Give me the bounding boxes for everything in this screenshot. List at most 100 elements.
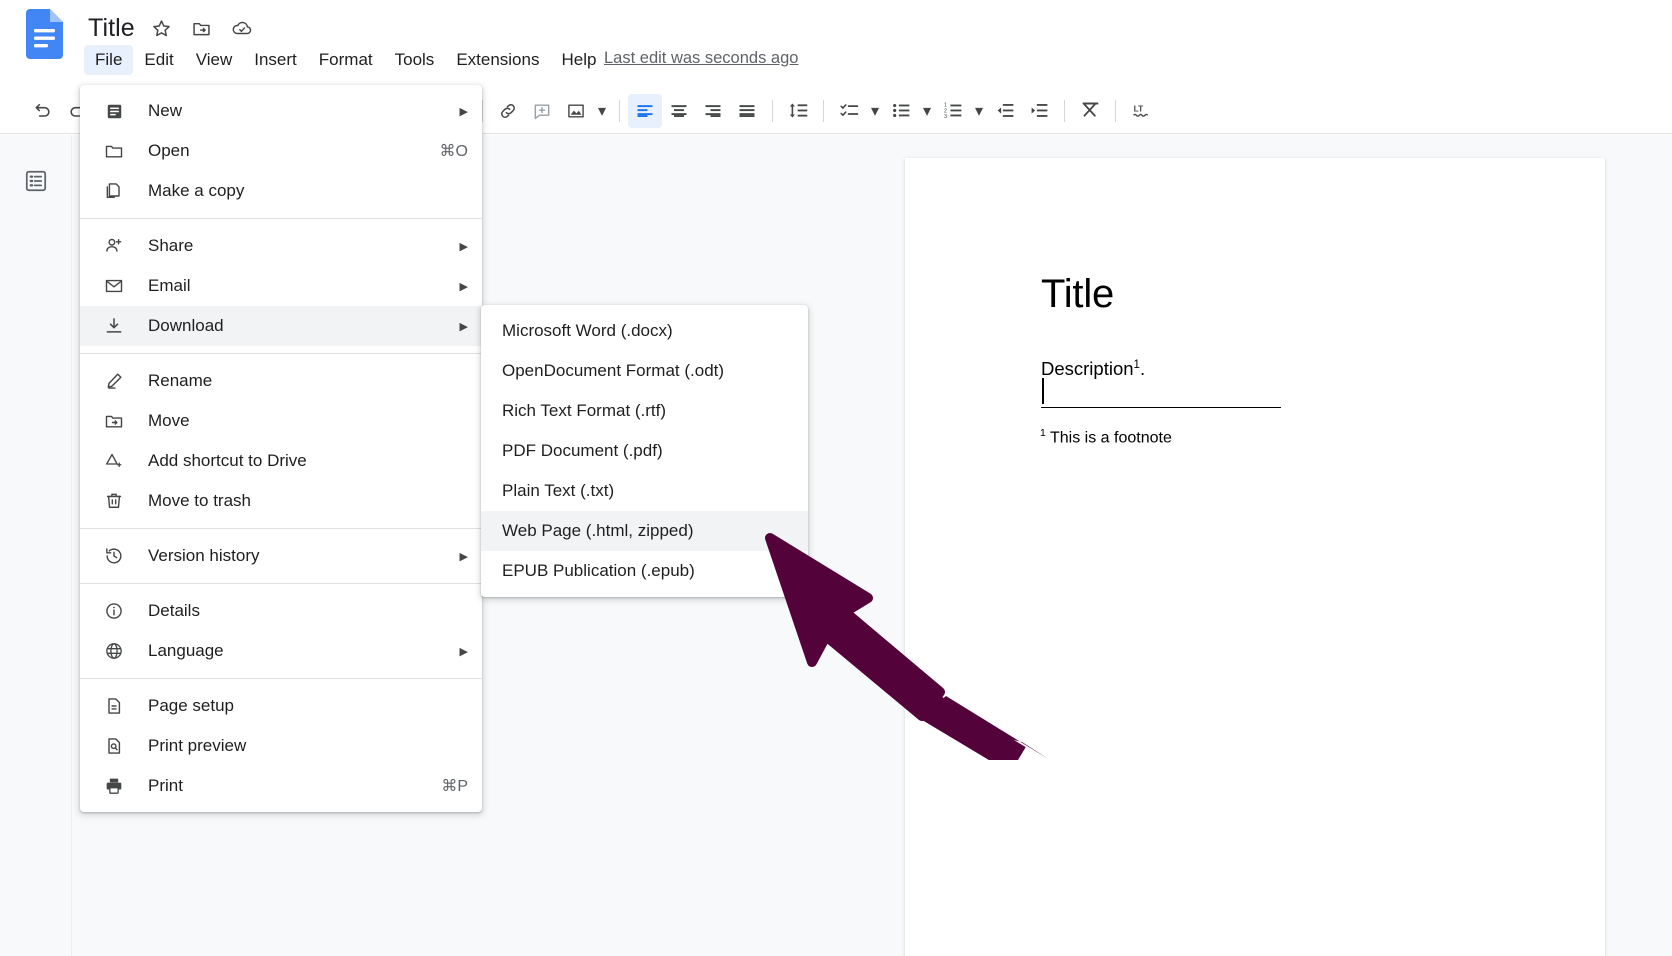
menu-bar: File Edit View Insert Format Tools Exten… [84,45,607,75]
copy-icon [102,179,126,203]
last-edit-status[interactable]: Last edit was seconds ago [604,49,798,68]
envelope-icon [102,274,126,298]
clear-formatting-icon[interactable] [1073,94,1107,128]
checklist-chevron-down-icon[interactable]: ▾ [866,96,884,126]
download-item-odt[interactable]: OpenDocument Format (.odt) [481,351,808,391]
document-outline-icon[interactable] [22,167,50,195]
checklist-icon[interactable] [832,94,866,128]
trash-icon [102,489,126,513]
align-right-icon[interactable] [696,94,730,128]
footnote-separator [1041,407,1281,408]
menu-item-add-shortcut-to-drive[interactable]: Add shortcut to Drive [80,441,482,481]
numbered-list-chevron-down-icon[interactable]: ▾ [970,96,988,126]
menu-item-label: Add shortcut to Drive [148,451,307,470]
menu-extensions[interactable]: Extensions [445,45,550,75]
menu-separator [80,678,482,679]
toolbar-divider [1064,99,1065,122]
menu-item-language[interactable]: Language ▶ [80,631,482,671]
footnote-body: This is a footnote [1050,429,1172,447]
menu-item-label: Microsoft Word (.docx) [502,321,673,340]
toolbar-divider [823,99,824,122]
folder-open-icon [102,139,126,163]
menu-item-label: Web Page (.html, zipped) [502,521,694,540]
menu-item-new[interactable]: New ▶ [80,91,482,131]
download-item-rtf[interactable]: Rich Text Format (.rtf) [481,391,808,431]
download-item-docx[interactable]: Microsoft Word (.docx) [481,311,808,351]
menu-item-label: Print preview [148,736,247,755]
menu-item-label: New [148,101,183,120]
google-docs-logo-icon[interactable] [26,9,63,59]
align-justify-icon[interactable] [730,94,764,128]
menu-item-move[interactable]: Move [80,401,482,441]
download-item-txt[interactable]: Plain Text (.txt) [481,471,808,511]
new-document-icon [102,99,126,123]
align-left-icon[interactable] [628,93,662,128]
info-icon [102,599,126,623]
submenu-arrow-icon: ▶ [459,280,468,293]
menu-item-rename[interactable]: Rename [80,361,482,401]
increase-indent-icon[interactable] [1022,94,1056,128]
bulleted-list-chevron-down-icon[interactable]: ▾ [918,96,936,126]
align-center-icon[interactable] [662,94,696,128]
add-comment-icon[interactable] [525,94,559,128]
menu-item-label: Plain Text (.txt) [502,481,615,500]
menu-insert[interactable]: Insert [243,45,308,75]
menu-item-details[interactable]: Details [80,591,482,631]
download-item-epub[interactable]: EPUB Publication (.epub) [481,551,808,591]
menu-edit[interactable]: Edit [133,45,184,75]
download-item-html[interactable]: Web Page (.html, zipped) [481,511,808,551]
link-icon[interactable] [491,94,525,128]
menu-item-shortcut: ⌘P [441,778,468,795]
document-page[interactable]: Title Description1. 1 This is a footnote [905,158,1605,956]
language-tool-icon[interactable]: LT [1124,94,1158,128]
menu-item-make-a-copy[interactable]: Make a copy [80,171,482,211]
page-title[interactable]: Title [88,12,135,44]
menu-item-open[interactable]: Open ⌘O [80,131,482,171]
menu-item-label: Page setup [148,696,235,715]
document-paragraph-suffix: . [1139,358,1146,380]
menu-item-label: Move [148,411,190,430]
submenu-arrow-icon: ▶ [459,320,468,333]
download-item-pdf[interactable]: PDF Document (.pdf) [481,431,808,471]
menu-item-share[interactable]: Share ▶ [80,226,482,266]
menu-item-download[interactable]: Download ▶ [80,306,482,346]
globe-icon [102,639,126,663]
menu-item-label: PDF Document (.pdf) [502,441,663,460]
insert-image-chevron-down-icon[interactable]: ▾ [593,96,611,126]
numbered-list-icon[interactable]: 1 2 3 [936,94,970,128]
menu-item-version-history[interactable]: Version history ▶ [80,536,482,576]
history-icon [102,544,126,568]
star-icon[interactable] [149,15,175,41]
insert-image-icon[interactable] [559,94,593,128]
bulleted-list-icon[interactable] [884,94,918,128]
menu-file[interactable]: File [84,45,134,75]
submenu-arrow-icon: ▶ [459,645,468,658]
menu-tools[interactable]: Tools [384,45,446,75]
menu-item-print-preview[interactable]: Print preview [80,726,482,766]
move-to-folder-icon[interactable] [189,15,215,41]
page-setup-icon [102,694,126,718]
submenu-arrow-icon: ▶ [459,240,468,253]
menu-item-page-setup[interactable]: Page setup [80,686,482,726]
menu-view[interactable]: View [185,45,244,75]
google-docs-window: Title File Edit View Insert Format Tools… [0,0,1672,956]
toolbar-divider [482,99,483,122]
decrease-indent-icon[interactable] [988,94,1022,128]
menu-item-move-to-trash[interactable]: Move to trash [80,481,482,521]
menu-item-email[interactable]: Email ▶ [80,266,482,306]
undo-icon[interactable] [26,94,60,128]
menu-help[interactable]: Help [550,45,607,75]
menu-separator [80,528,482,529]
app-header: Title File Edit View Insert Format Tools… [0,0,1672,88]
menu-item-print[interactable]: Print ⌘P [80,766,482,806]
footnote-number: 1 [1040,427,1046,439]
line-spacing-icon[interactable] [781,94,815,128]
download-icon [102,314,126,338]
menu-item-label: Open [148,141,190,160]
toolbar-divider [772,99,773,122]
cloud-saved-icon[interactable] [229,15,255,41]
footnote-text: 1 This is a footnote [1040,423,1172,448]
text-cursor [1042,378,1044,404]
menu-format[interactable]: Format [308,45,384,75]
toolbar-divider [1115,99,1116,122]
